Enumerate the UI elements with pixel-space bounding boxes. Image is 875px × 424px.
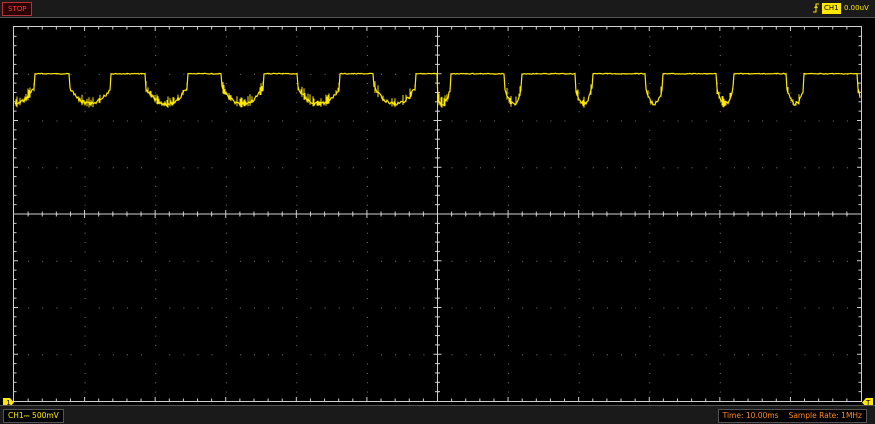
time-per-div: Time: 10.00ms (722, 411, 779, 420)
run-stop-indicator[interactable]: STOP (2, 2, 33, 16)
channel-label: CH1 (8, 411, 24, 420)
trigger-level-value: 0.00uV (844, 4, 869, 12)
top-status-bar: STOP CH1 0.00uV (0, 0, 875, 18)
rising-edge-icon[interactable] (812, 2, 820, 14)
graticule (13, 26, 862, 402)
timebase-readout[interactable]: Time: 10.00ms Sample Rate: 1MHz (717, 409, 867, 423)
volts-per-div: 500mV (32, 411, 59, 420)
oscilloscope-display[interactable]: 1 T (0, 18, 875, 407)
dc-coupling-icon: ⎓ (23, 411, 30, 420)
sample-rate: Sample Rate: 1MHz (788, 411, 862, 420)
bottom-status-bar: CH1⎓ 500mV Time: 10.00ms Sample Rate: 1MH… (0, 405, 875, 424)
channel-scale-readout[interactable]: CH1⎓ 500mV (3, 409, 64, 423)
trigger-channel-badge[interactable]: CH1 (822, 3, 841, 14)
